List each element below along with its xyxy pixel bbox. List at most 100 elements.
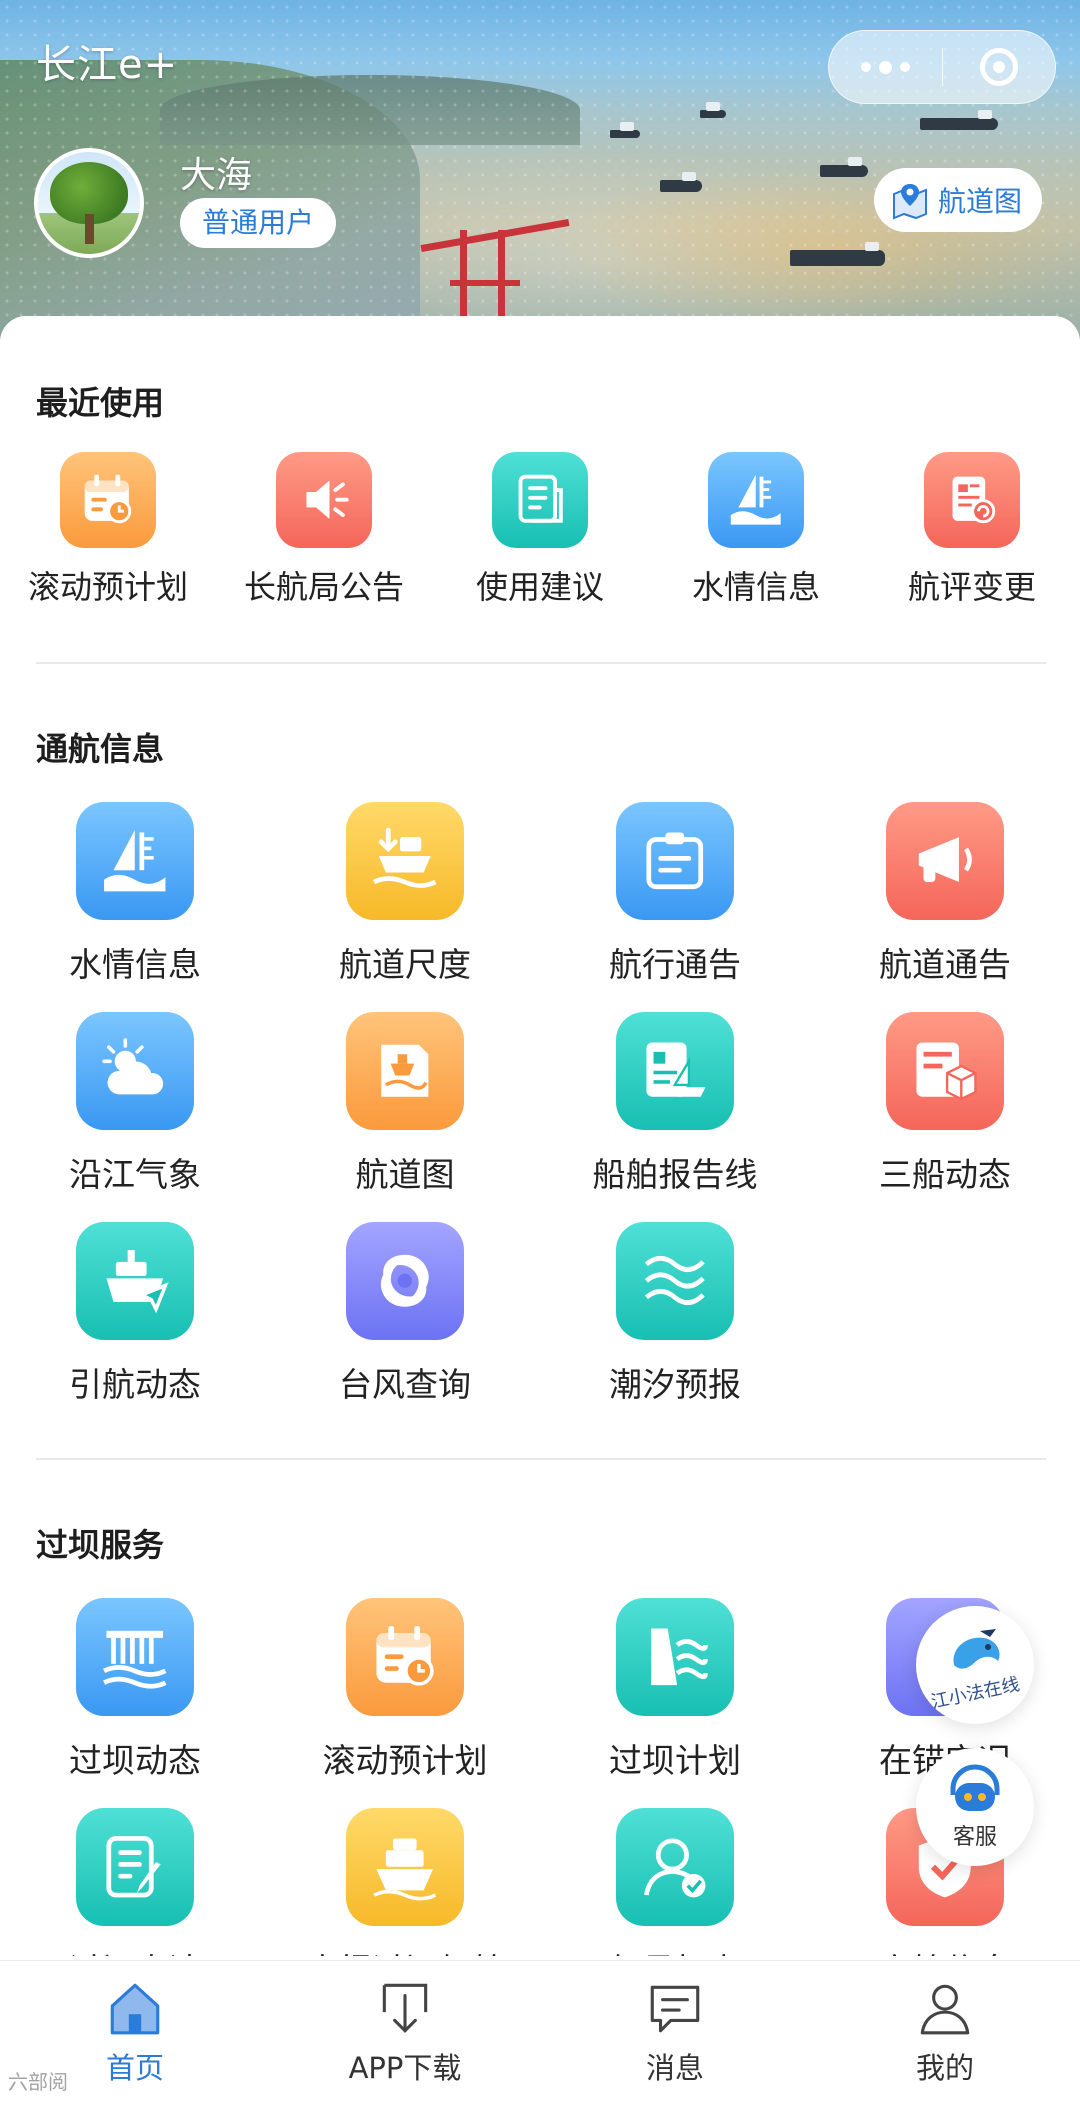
nav-item-label: 三船动态	[879, 1155, 1011, 1194]
dam-item-label: 过坝计划	[609, 1741, 741, 1780]
app-title: 长江e+	[36, 42, 179, 88]
mini-program-capsule	[828, 30, 1056, 104]
dam-item-crew-checkin[interactable]: 船员打卡	[590, 1808, 760, 1956]
nav-item-label: 沿江气象	[69, 1155, 201, 1194]
avatar[interactable]	[34, 148, 144, 258]
banner-ship	[790, 242, 885, 266]
nav-item-label: 台风查询	[339, 1365, 471, 1404]
customer-service-button[interactable]: 客服	[916, 1748, 1034, 1866]
nav-item-weather[interactable]: 沿江气象	[50, 1012, 220, 1196]
profile-icon	[920, 1984, 970, 2035]
nav-item-typhoon-query[interactable]: 台风查询	[320, 1222, 490, 1406]
tab-label: 我的	[915, 2051, 974, 2085]
pilot-ship-icon	[76, 1222, 194, 1340]
banner-ship	[820, 157, 868, 177]
nav-item-channel-map[interactable]: 航道图	[320, 1012, 490, 1196]
recent-item-label: 水情信息	[691, 568, 820, 606]
weather-icon	[76, 1012, 194, 1130]
banner-ship	[920, 110, 998, 130]
ship-declare-icon	[346, 1808, 464, 1926]
nav-item-pilot-dynamics[interactable]: 引航动态	[50, 1222, 220, 1406]
banner-ship	[700, 102, 726, 118]
section-divider	[36, 1458, 1046, 1460]
close-mini-program-icon[interactable]	[943, 31, 1055, 103]
dam-item-dam-plan[interactable]: 过坝计划	[590, 1598, 760, 1782]
recent-item-rolling-plan[interactable]: 滚动预计划	[28, 452, 188, 608]
dam-item-label: 安检信息	[860, 1944, 1030, 1956]
banner-crane	[420, 210, 570, 320]
dam-item-label: 申报过闸船舶	[290, 1944, 520, 1956]
dam-plan-icon	[616, 1598, 734, 1716]
tab-profile[interactable]: 我的	[810, 1961, 1080, 2101]
nav-item-label: 潮汐预报	[609, 1365, 741, 1404]
recent-item-label: 长航局公告	[244, 568, 405, 606]
water-gauge-icon	[76, 802, 194, 920]
cargo-box-icon	[886, 1012, 1004, 1130]
assistant-float-button[interactable]: 江小法在线	[916, 1606, 1034, 1724]
dam-item-rolling-plan[interactable]: 滚动预计划	[305, 1598, 505, 1782]
nav-item-label: 引航动态	[69, 1365, 201, 1404]
calendar-icon	[346, 1598, 464, 1716]
nav-item-label: 航行通告	[609, 945, 741, 984]
header-banner: 长江e+ 大海 普通用户 航道图	[0, 0, 1080, 340]
dam-gate-icon	[76, 1598, 194, 1716]
channel-map-button[interactable]: 航道图	[874, 168, 1043, 232]
message-icon	[650, 1985, 700, 2033]
bottom-tab-bar: 首页 APP下载 消息 我的	[0, 1960, 1080, 2101]
recent-item-label: 航评变更	[907, 568, 1036, 606]
recent-item-label: 使用建议	[475, 568, 604, 606]
section-divider	[36, 662, 1046, 664]
service-card: 最近使用 滚动预计划 长航局公告 使用建议 水情信息 航评变更 通航信息 水情信…	[0, 316, 1080, 1956]
channel-map-label: 航道图	[938, 185, 1023, 218]
nav-item-channel-notice[interactable]: 航道通告	[860, 802, 1030, 986]
dam-item-dam-dynamics[interactable]: 过坝动态	[50, 1598, 220, 1782]
nav-item-label: 航道尺度	[339, 945, 471, 984]
chart-map-icon	[346, 1012, 464, 1130]
dam-item-declare-ship[interactable]: 申报过闸船舶	[290, 1808, 520, 1956]
dam-item-label: 过坝动态	[69, 1741, 201, 1780]
recent-item-evaluation-change[interactable]: 航评变更	[892, 452, 1052, 608]
more-menu-icon[interactable]	[829, 31, 942, 103]
dam-item-label: 船员打卡	[590, 1944, 760, 1956]
recent-item-water-info[interactable]: 水情信息	[676, 452, 836, 608]
nav-item-label: 航道图	[355, 1155, 455, 1194]
banner-ship	[610, 122, 640, 138]
download-icon	[382, 1983, 428, 2033]
recent-item-bureau-notice[interactable]: 长航局公告	[244, 452, 404, 608]
customer-service-label: 客服	[952, 1825, 997, 1850]
banner-ship	[660, 172, 702, 192]
water-gauge-icon	[708, 452, 804, 548]
calendar-icon	[60, 452, 156, 548]
user-name: 大海	[180, 155, 253, 196]
edit-form-icon	[76, 1808, 194, 1926]
recent-item-label: 滚动预计划	[28, 568, 189, 606]
recent-item-suggestions[interactable]: 使用建议	[460, 452, 620, 608]
megaphone-icon	[886, 802, 1004, 920]
nav-item-label: 航道通告	[879, 945, 1011, 984]
nav-item-channel-dimension[interactable]: 航道尺度	[320, 802, 490, 986]
user-type-badge: 普通用户	[180, 198, 337, 248]
nav-item-label: 船舶报告线	[592, 1155, 758, 1194]
tide-icon	[616, 1222, 734, 1340]
map-pin-icon	[893, 184, 927, 220]
nav-item-three-ship-dynamics[interactable]: 三船动态	[860, 1012, 1030, 1196]
nav-item-label: 水情信息	[69, 945, 201, 984]
typhoon-icon	[346, 1222, 464, 1340]
report-line-icon	[616, 1012, 734, 1130]
crew-checkin-icon	[616, 1808, 734, 1926]
home-icon	[110, 1983, 160, 2035]
section-title-navigation: 通航信息	[36, 730, 165, 768]
nav-item-water-info[interactable]: 水情信息	[50, 802, 220, 986]
nav-item-tide-forecast[interactable]: 潮汐预报	[590, 1222, 760, 1406]
dam-item-label: 滚动预计划	[322, 1741, 488, 1780]
watermark: 六部阅	[8, 2070, 68, 2094]
nav-item-navigation-notice[interactable]: 航行通告	[590, 802, 760, 986]
tab-label: 消息	[645, 2051, 704, 2085]
speaker-icon	[276, 452, 372, 548]
dam-item-lock-application[interactable]: 过闸申请	[50, 1808, 220, 1956]
tab-messages[interactable]: 消息	[540, 1961, 810, 2101]
nav-item-ship-report-line[interactable]: 船舶报告线	[590, 1012, 760, 1196]
tab-app-download[interactable]: APP下载	[270, 1961, 540, 2101]
document-icon	[492, 452, 588, 548]
notice-board-icon	[616, 802, 734, 920]
